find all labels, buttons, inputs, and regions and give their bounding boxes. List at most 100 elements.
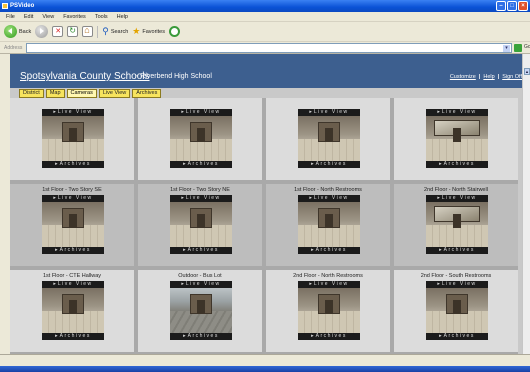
- go-label[interactable]: Go: [524, 44, 530, 50]
- camera-tile[interactable]: Live View Archives: [10, 98, 134, 180]
- back-button[interactable]: Back: [4, 25, 31, 38]
- star-icon: ★: [132, 26, 141, 36]
- menu-bar: File Edit View Favorites Tools Help: [0, 12, 530, 22]
- live-view-button[interactable]: Live View: [170, 195, 232, 202]
- vertical-scrollbar[interactable]: ▲: [522, 54, 530, 354]
- go-arrow-icon[interactable]: [514, 44, 522, 52]
- archives-button[interactable]: Archives: [426, 161, 488, 168]
- camera-thumbnail[interactable]: [426, 116, 488, 161]
- archives-button[interactable]: Archives: [170, 161, 232, 168]
- archives-button[interactable]: Archives: [170, 247, 232, 254]
- camera-thumbnail[interactable]: [426, 202, 488, 247]
- camera-thumbnail[interactable]: [42, 116, 104, 161]
- school-name-link[interactable]: Spotsylvania County Schools: [20, 71, 150, 82]
- taskbar: [0, 366, 530, 372]
- close-button[interactable]: ×: [518, 1, 528, 11]
- camera-tile[interactable]: 1st Floor - North Restrooms Live View Arch…: [266, 184, 390, 266]
- header-links: Customize | Help | Sign Off: [450, 74, 522, 80]
- live-view-button[interactable]: Live View: [298, 281, 360, 288]
- search-button[interactable]: ⚲ Search: [102, 27, 128, 36]
- camera-title: 2nd Floor - North Restrooms: [293, 273, 363, 279]
- archives-button[interactable]: Archives: [42, 161, 104, 168]
- status-bar: [0, 354, 530, 366]
- camera-thumbnail[interactable]: [170, 202, 232, 247]
- camera-thumbnail[interactable]: [298, 288, 360, 333]
- camera-thumbnail[interactable]: [170, 116, 232, 161]
- tab-map[interactable]: Map: [45, 89, 65, 98]
- camera-tile[interactable]: 1st Floor - Two Story SE Live View Archive…: [10, 184, 134, 266]
- home-button[interactable]: [82, 25, 94, 37]
- camera-tile[interactable]: 1st Floor - Two Story NE Live View Archive…: [138, 184, 262, 266]
- tab-live-view[interactable]: Live View: [98, 89, 131, 98]
- tab-district[interactable]: District: [19, 89, 44, 98]
- refresh-button[interactable]: [67, 26, 79, 37]
- archives-button[interactable]: Archives: [42, 247, 104, 254]
- menu-tools[interactable]: Tools: [95, 14, 108, 20]
- live-view-button[interactable]: Live View: [426, 281, 488, 288]
- site-header: Spotsylvania County Schools - Riverbend …: [10, 54, 522, 88]
- live-view-button[interactable]: Live View: [426, 195, 488, 202]
- live-view-button[interactable]: Live View: [42, 281, 104, 288]
- forward-button[interactable]: [35, 25, 49, 38]
- camera-tile[interactable]: 2nd Floor - North Restrooms Live View Arch…: [266, 270, 390, 352]
- search-label: Search: [110, 28, 129, 35]
- maximize-button[interactable]: □: [507, 1, 517, 11]
- archives-button[interactable]: Archives: [298, 333, 360, 340]
- menu-favorites[interactable]: Favorites: [63, 14, 86, 20]
- address-input[interactable]: ▾: [26, 43, 512, 53]
- school-subtitle: - Riverbend High School: [136, 73, 212, 80]
- favorites-button[interactable]: ★ Favorites: [132, 27, 165, 36]
- archives-button[interactable]: Archives: [170, 333, 232, 340]
- live-view-button[interactable]: Live View: [298, 195, 360, 202]
- camera-thumbnail[interactable]: [298, 202, 360, 247]
- sign-off-link[interactable]: Sign Off: [502, 74, 522, 80]
- camera-tile[interactable]: 2nd Floor - South Restrooms Live View Arch…: [394, 270, 518, 352]
- back-label: Back: [19, 28, 32, 35]
- menu-help[interactable]: Help: [117, 14, 128, 20]
- history-button[interactable]: [168, 26, 180, 37]
- archives-button[interactable]: Archives: [42, 333, 104, 340]
- live-view-button[interactable]: Live View: [42, 109, 104, 116]
- thumbnail-door: [325, 214, 333, 228]
- camera-tile[interactable]: 2nd Floor - North Stairwell Live View Arch…: [394, 184, 518, 266]
- camera-tile[interactable]: 1st Floor - CTE Hallway Live View Archives: [10, 270, 134, 352]
- camera-title: 1st Floor - Two Story NE: [170, 187, 230, 193]
- address-dropdown-icon[interactable]: ▾: [503, 45, 510, 52]
- help-link[interactable]: Help: [483, 74, 494, 80]
- minimize-button[interactable]: –: [496, 1, 506, 11]
- search-icon: ⚲: [102, 26, 109, 36]
- scroll-up-icon[interactable]: ▲: [524, 68, 530, 75]
- camera-thumbnail[interactable]: [42, 288, 104, 333]
- tab-cameras[interactable]: Cameras: [66, 89, 97, 98]
- camera-thumbnail[interactable]: [298, 116, 360, 161]
- thumbnail-floor: [298, 139, 360, 161]
- favorites-label: Favorites: [142, 28, 165, 35]
- camera-thumbnail[interactable]: [170, 288, 232, 333]
- stop-button[interactable]: [52, 26, 64, 37]
- tab-archives[interactable]: Archives: [132, 89, 162, 98]
- live-view-button[interactable]: Live View: [170, 281, 232, 288]
- browser-window: PSVideo – □ × File Edit View Favorites T…: [0, 0, 530, 366]
- camera-thumbnail[interactable]: [426, 288, 488, 333]
- camera-title: 1st Floor - CTE Hallway: [42, 273, 102, 279]
- archives-button[interactable]: Archives: [426, 247, 488, 254]
- camera-tile[interactable]: Outdoor - Bus Lot Live View Archives: [138, 270, 262, 352]
- camera-thumbnail[interactable]: [42, 202, 104, 247]
- thumbnail-door: [197, 214, 205, 228]
- archives-button[interactable]: Archives: [298, 161, 360, 168]
- live-view-button[interactable]: Live View: [170, 109, 232, 116]
- menu-view[interactable]: View: [42, 14, 54, 20]
- camera-tile[interactable]: Live View Archives: [266, 98, 390, 180]
- archives-button[interactable]: Archives: [298, 247, 360, 254]
- live-view-button[interactable]: Live View: [42, 195, 104, 202]
- camera-tile[interactable]: Live View Archives: [138, 98, 262, 180]
- archives-button[interactable]: Archives: [426, 333, 488, 340]
- live-view-button[interactable]: Live View: [298, 109, 360, 116]
- menu-edit[interactable]: Edit: [24, 14, 33, 20]
- menu-file[interactable]: File: [6, 14, 15, 20]
- live-view-button[interactable]: Live View: [426, 109, 488, 116]
- camera-tile[interactable]: Live View Archives: [394, 98, 518, 180]
- customize-link[interactable]: Customize: [450, 74, 476, 80]
- app-icon: [2, 3, 8, 9]
- thumbnail-door: [453, 128, 461, 142]
